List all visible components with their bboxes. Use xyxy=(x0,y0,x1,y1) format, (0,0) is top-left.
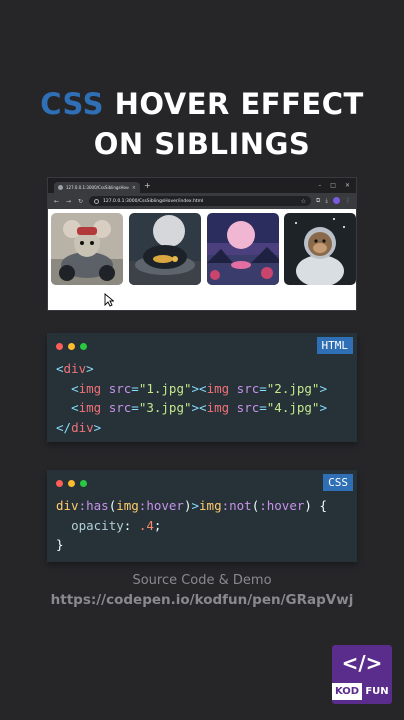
logo-fun: FUN xyxy=(362,683,392,700)
code-line: </div> xyxy=(56,419,102,435)
close-tab-icon[interactable]: × xyxy=(132,185,136,191)
back-icon[interactable]: ← xyxy=(53,198,60,205)
logo-kod: KOD xyxy=(332,683,362,700)
url-text: 127.0.0.1:3000/CssSiblingsHover/index.ht… xyxy=(103,198,204,204)
bookmark-star-icon[interactable]: ☆ xyxy=(301,198,306,205)
code-line: } xyxy=(56,537,64,552)
html-code-card: HTML <div> <img src="1.jpg"><img src="2.… xyxy=(47,333,357,442)
code-line: <img src="1.jpg"><img src="2.jpg"> xyxy=(71,380,327,396)
page-title: CSS HOVER EFFECT ON SIBLINGS xyxy=(0,84,404,164)
green-dot-icon xyxy=(80,480,87,487)
kodfun-logo: </> KOD FUN xyxy=(332,645,392,704)
yellow-dot-icon xyxy=(68,343,75,350)
moon-coin-image xyxy=(129,213,201,285)
css-code-card: CSS div:has(img:hover)>img:not(:hover) {… xyxy=(47,470,357,562)
red-dot-icon xyxy=(56,480,63,487)
pink-moon-lake-image xyxy=(207,213,279,285)
mouse-racer-image xyxy=(51,213,123,285)
css-code: div:has(img:hover)>img:not(:hover) { opa… xyxy=(56,496,327,555)
forward-icon[interactable]: → xyxy=(65,198,72,205)
monkey-astronaut-image xyxy=(284,213,356,285)
gallery-image-1[interactable] xyxy=(51,213,123,285)
gallery-image-2[interactable] xyxy=(129,213,201,285)
browser-toolbar: ← → ↻ 127.0.0.1:3000/CssSiblingsHover/in… xyxy=(48,193,356,209)
globe-icon xyxy=(58,185,63,190)
browser-tabbar: 127.0.0.1:3000/CssSiblingsHover/ × + – □… xyxy=(48,178,356,193)
browser-tab[interactable]: 127.0.0.1:3000/CssSiblingsHover/ × xyxy=(54,182,140,193)
reload-icon[interactable]: ↻ xyxy=(77,198,84,205)
download-icon[interactable]: ⤓ xyxy=(325,197,328,205)
yellow-dot-icon xyxy=(68,480,75,487)
browser-window: 127.0.0.1:3000/CssSiblingsHover/ × + – □… xyxy=(47,177,357,311)
close-window-icon[interactable]: ✕ xyxy=(345,182,350,189)
site-info-icon[interactable] xyxy=(94,198,99,204)
source-url-link[interactable]: https://codepen.io/kodfun/pen/GRapVwj xyxy=(0,592,404,608)
menu-icon[interactable]: ⋮ xyxy=(345,197,351,205)
code-line: <img src="3.jpg"><img src="4.jpg"> xyxy=(71,400,327,415)
logo-wordmark: KOD FUN xyxy=(332,683,392,700)
address-bar[interactable]: 127.0.0.1:3000/CssSiblingsHover/index.ht… xyxy=(89,196,312,206)
browser-tools: ⧉ ⤓ ⋮ xyxy=(316,197,351,205)
tab-title: 127.0.0.1:3000/CssSiblingsHover/ xyxy=(66,185,129,190)
title-line-1-rest: HOVER EFFECT xyxy=(114,87,364,121)
source-label: Source Code & Demo xyxy=(132,573,272,588)
gallery-image-4[interactable] xyxy=(284,213,356,285)
green-dot-icon xyxy=(80,343,87,350)
title-accent: CSS xyxy=(40,87,105,121)
maximize-icon[interactable]: □ xyxy=(330,182,336,189)
new-tab-button[interactable]: + xyxy=(144,181,151,190)
html-code: <div> <img src="1.jpg"><img src="2.jpg">… xyxy=(56,359,327,437)
gallery-image-3[interactable] xyxy=(207,213,279,285)
code-line: <div> xyxy=(56,361,94,376)
title-line-1: CSS HOVER EFFECT xyxy=(0,84,404,124)
window-controls: – □ ✕ xyxy=(318,182,356,189)
code-brackets-icon: </> xyxy=(341,651,383,675)
window-dots xyxy=(56,343,87,350)
mouse-cursor-icon xyxy=(104,293,114,307)
css-badge: CSS xyxy=(323,474,353,491)
code-line: div:has(img:hover)>img:not(:hover) { xyxy=(56,498,327,513)
profile-avatar[interactable] xyxy=(333,197,340,204)
title-line-2: ON SIBLINGS xyxy=(93,127,311,161)
red-dot-icon xyxy=(56,343,63,350)
page-viewport xyxy=(48,209,356,310)
code-line: opacity: .4; xyxy=(71,517,162,533)
extensions-icon[interactable]: ⧉ xyxy=(316,197,320,205)
window-dots xyxy=(56,480,87,487)
minimize-icon[interactable]: – xyxy=(318,182,321,189)
html-badge: HTML xyxy=(316,337,353,354)
